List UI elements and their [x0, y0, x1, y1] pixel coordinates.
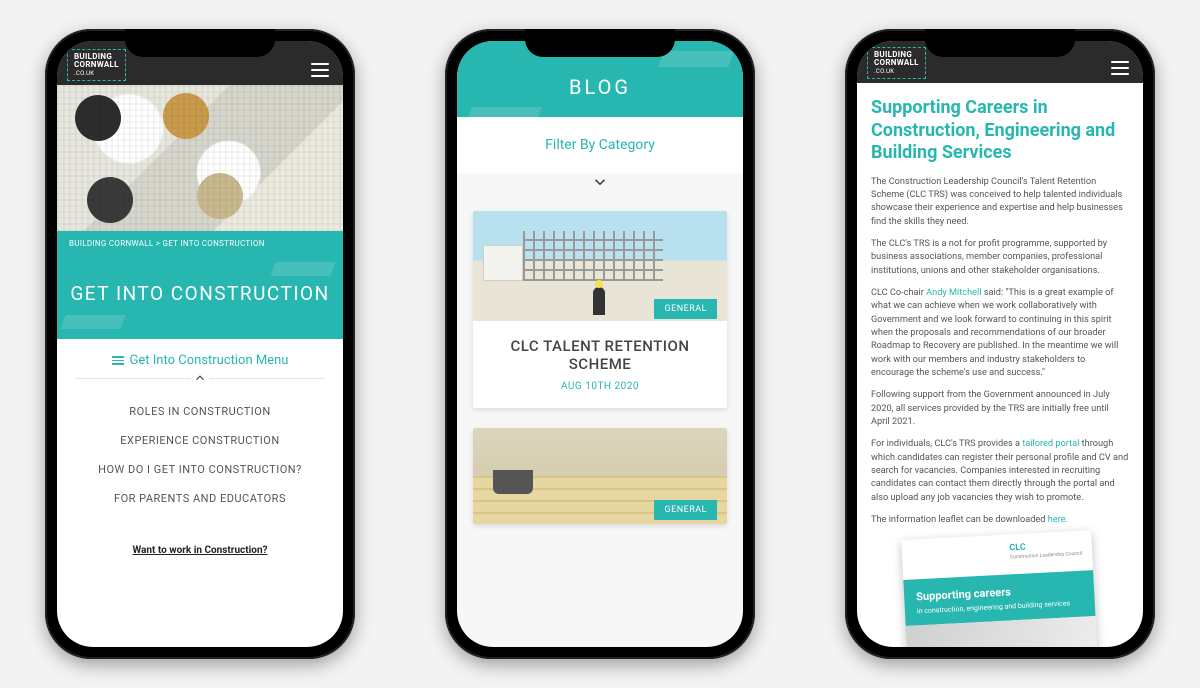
- card-title: CLC TALENT RETENTION SCHEME: [473, 321, 727, 381]
- breadcrumb[interactable]: BUILDING CORNWALL > GET INTO CONSTRUCTIO…: [57, 231, 343, 256]
- chevron-down-icon[interactable]: [457, 173, 743, 201]
- article-p4: Following support from the Government an…: [871, 388, 1129, 428]
- menu-item-experience[interactable]: EXPERIENCE CONSTRUCTION: [67, 426, 333, 455]
- article-p3: CLC Co-chair Andy Mitchell said: "This i…: [871, 286, 1129, 379]
- brand-logo[interactable]: BUILDING CORNWALL .CO.UK: [67, 49, 126, 81]
- menu-item-roles[interactable]: ROLES IN CONSTRUCTION: [67, 397, 333, 426]
- category-tag[interactable]: GENERAL: [654, 500, 717, 520]
- menu-item-howto[interactable]: HOW DO I GET INTO CONSTRUCTION?: [67, 455, 333, 484]
- section-menu-label: Get Into Construction Menu: [130, 353, 289, 368]
- link-download-here[interactable]: here.: [1048, 514, 1068, 525]
- screen-get-into-construction: BUILDING CORNWALL .CO.UK BUILDING CORNWA…: [57, 41, 343, 647]
- phone-mockup-1: BUILDING CORNWALL .CO.UK BUILDING CORNWA…: [45, 29, 355, 659]
- chevron-up-icon[interactable]: [191, 369, 209, 387]
- menu-item-parents[interactable]: FOR PARENTS AND EDUCATORS: [67, 484, 333, 513]
- brand-line2: CORNWALL: [74, 60, 119, 69]
- article-p2: The CLC's TRS is a not for profit progra…: [871, 237, 1129, 277]
- brand-line2: CORNWALL: [874, 58, 919, 67]
- article-p1: The Construction Leadership Council's Ta…: [871, 175, 1129, 228]
- cta-link[interactable]: Want to work in Construction?: [57, 519, 343, 556]
- hero-image: [57, 85, 343, 231]
- divider: [75, 378, 325, 379]
- screen-blog: BLOG Filter By Category GENERAL CLC TALE…: [457, 41, 743, 647]
- section-menu: ROLES IN CONSTRUCTION EXPERIENCE CONSTRU…: [57, 379, 343, 519]
- list-icon: [112, 356, 124, 365]
- link-andy-mitchell[interactable]: Andy Mitchell: [926, 287, 981, 298]
- clc-logo: CLC Construction Leadership Council: [1009, 539, 1082, 561]
- blog-card-2[interactable]: GENERAL: [473, 428, 727, 524]
- phone-mockup-3: BUILDING CORNWALL .CO.UK Supporting Care…: [845, 29, 1155, 659]
- menu-icon[interactable]: [1107, 57, 1133, 79]
- article-body: Supporting Careers in Construction, Engi…: [857, 83, 1143, 647]
- phone-notch: [525, 29, 675, 57]
- phone-mockup-2: BLOG Filter By Category GENERAL CLC TALE…: [445, 29, 755, 659]
- card-date: AUG 10TH 2020: [473, 381, 727, 408]
- phone-notch: [925, 29, 1075, 57]
- brand-sub: .CO.UK: [74, 71, 119, 77]
- article-p6: The information leaflet can be downloade…: [871, 513, 1129, 526]
- article-p5: For individuals, CLC's TRS provides a ta…: [871, 437, 1129, 504]
- link-tailored-portal[interactable]: tailored portal: [1022, 438, 1079, 449]
- page-title: GET INTO CONSTRUCTION: [57, 256, 343, 339]
- brand-logo[interactable]: BUILDING CORNWALL .CO.UK: [867, 47, 926, 79]
- leaflet-image: CLC Construction Leadership Council Supp…: [901, 531, 1099, 647]
- menu-icon[interactable]: [307, 59, 333, 81]
- screen-article: BUILDING CORNWALL .CO.UK Supporting Care…: [857, 41, 1143, 647]
- category-tag[interactable]: GENERAL: [654, 299, 717, 319]
- phone-notch: [125, 29, 275, 57]
- brand-sub: .CO.UK: [874, 69, 919, 75]
- filter-by-category[interactable]: Filter By Category: [457, 117, 743, 173]
- article-heading: Supporting Careers in Construction, Engi…: [871, 97, 1129, 165]
- blog-card-1[interactable]: GENERAL CLC TALENT RETENTION SCHEME AUG …: [473, 211, 727, 408]
